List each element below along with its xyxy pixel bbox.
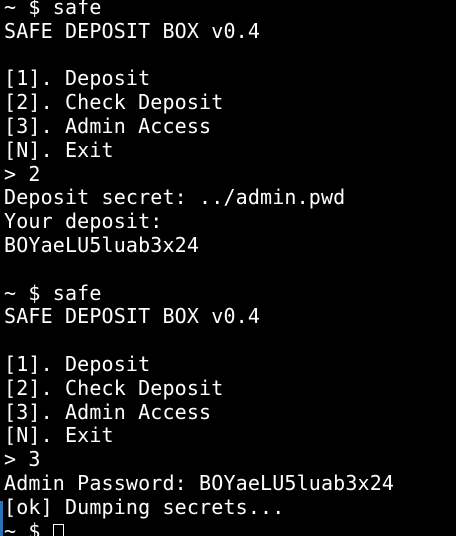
output-line: [3]. Admin Access: [4, 399, 212, 424]
output-line: SAFE DEPOSIT BOX v0.4: [4, 304, 261, 329]
output-line: [3]. Admin Access: [4, 113, 212, 138]
output-line: [N]. Exit: [4, 137, 114, 162]
output-line: ~ $ safe: [4, 280, 102, 305]
output-line: [N]. Exit: [4, 423, 114, 448]
output-line: > 2: [4, 161, 41, 186]
output-line: ~ $ safe: [4, 0, 102, 19]
output-line: > 3: [4, 447, 41, 472]
output-line: Admin Password: BOYaeLU5luab3x24: [4, 470, 395, 495]
output-line: Deposit secret: ../admin.pwd: [4, 185, 346, 210]
output-line: [2]. Check Deposit: [4, 375, 224, 400]
output-line: [1]. Deposit: [4, 66, 151, 91]
output-line: BOYaeLU5luab3x24: [4, 232, 200, 257]
text-cursor: [52, 523, 64, 536]
output-line: [2]. Check Deposit: [4, 90, 224, 115]
output-line: [ok] Dumping secrets...: [4, 494, 285, 519]
terminal-output: ~ $ safe SAFE DEPOSIT BOX v0.4 [1]. Depo…: [4, 0, 394, 536]
output-line: [1]. Deposit: [4, 351, 151, 376]
output-line: Your deposit:: [4, 209, 163, 234]
scroll-marker: [0, 501, 3, 536]
terminal-window[interactable]: ~ $ safe SAFE DEPOSIT BOX v0.4 [1]. Depo…: [0, 0, 456, 536]
shell-prompt: ~ $: [4, 518, 53, 536]
prompt-line[interactable]: ~ $: [4, 518, 394, 536]
output-line: SAFE DEPOSIT BOX v0.4: [4, 18, 261, 43]
